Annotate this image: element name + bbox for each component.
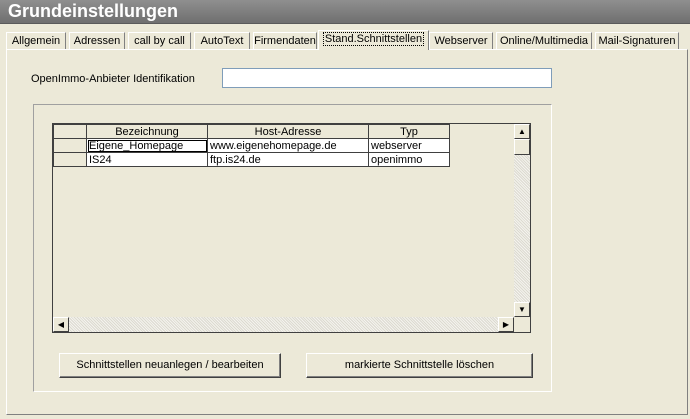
grid-corner-header [53,124,87,139]
cell-host-adresse[interactable]: www.eigenehomepage.de [207,138,369,153]
anbieter-id-label: OpenImmo-Anbieter Identifikation [31,73,195,85]
cell-typ[interactable]: openimmo [368,152,450,167]
tab-stand-schnittstellen[interactable]: Stand.Schnittstellen [318,30,429,50]
grid-table: Bezeichnung Host-Adresse Typ Eigene_Home… [53,124,450,167]
row-selector[interactable] [53,138,87,153]
scrollbar-corner [514,317,530,332]
tab-allgemein[interactable]: Allgemein [6,32,66,49]
tab-online-multimedia[interactable]: Online/Multimedia [496,32,592,49]
window-title: Grundeinstellungen [8,1,179,21]
column-header-host-adresse[interactable]: Host-Adresse [207,124,369,139]
vertical-scroll-thumb[interactable] [514,139,530,155]
cell-bezeichnung[interactable]: Eigene_Homepage [86,138,208,153]
scroll-down-icon[interactable]: ▼ [514,302,530,317]
column-header-bezeichnung[interactable]: Bezeichnung [86,124,208,139]
cell-host-adresse[interactable]: ftp.is24.de [207,152,369,167]
tab-firmendaten[interactable]: Firmendaten [253,32,317,49]
anbieter-id-input[interactable] [222,68,552,88]
tab-strip: Allgemein Adressen call by call AutoText… [6,30,688,50]
table-row[interactable]: IS24 ftp.is24.de openimmo [53,152,450,167]
cell-bezeichnung[interactable]: IS24 [86,152,208,167]
column-header-typ[interactable]: Typ [368,124,450,139]
scroll-left-icon[interactable]: ◀ [53,317,69,332]
table-row[interactable]: Eigene_Homepage www.eigenehomepage.de we… [53,138,450,153]
tab-mail-signaturen[interactable]: Mail-Signaturen [595,32,679,49]
tab-call-by-call[interactable]: call by call [128,32,191,49]
tab-webserver[interactable]: Webserver [429,32,493,49]
scroll-track-end [498,317,514,332]
horizontal-scrollbar[interactable]: ◀ ▶ [53,317,514,332]
vertical-scrollbar[interactable]: ▲ ▼ [513,124,530,317]
tab-adressen[interactable]: Adressen [69,32,125,49]
row-selector[interactable] [53,152,87,167]
schnittstelle-loeschen-button[interactable]: markierte Schnittstelle löschen [306,353,533,378]
window-titlebar: Grundeinstellungen [0,0,690,24]
scroll-up-icon[interactable]: ▲ [514,124,530,139]
tab-autotext[interactable]: AutoText [194,32,250,49]
grid-header-row: Bezeichnung Host-Adresse Typ [53,124,450,139]
cell-typ[interactable]: webserver [368,138,450,153]
schnittstellen-neuanlegen-button[interactable]: Schnittstellen neuanlegen / bearbeiten [59,353,281,378]
schnittstellen-grid[interactable]: Bezeichnung Host-Adresse Typ Eigene_Home… [52,123,531,333]
